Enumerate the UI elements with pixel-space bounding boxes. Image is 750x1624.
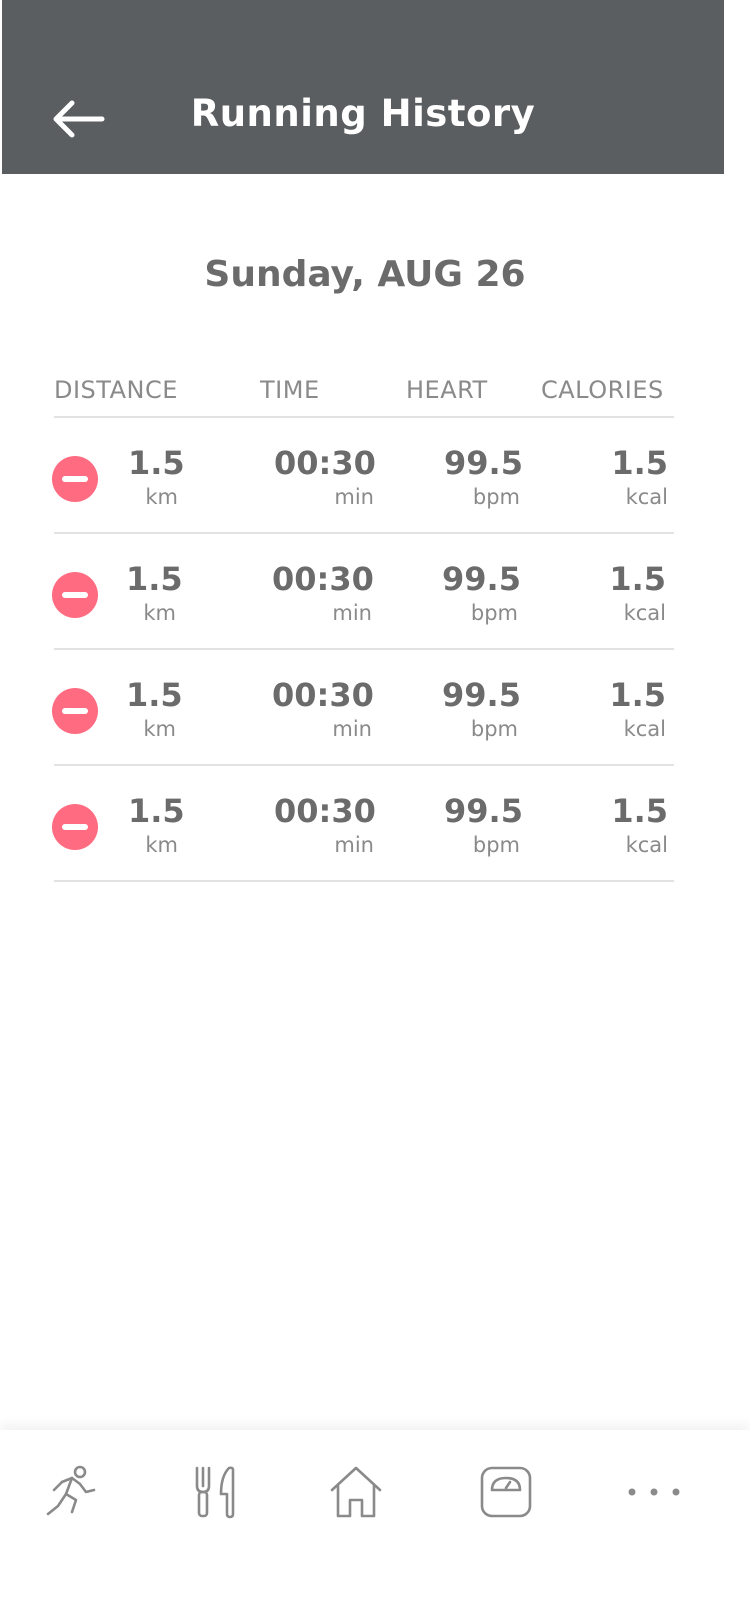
distance-cell: 1.5 km — [128, 792, 185, 860]
distance-cell: 1.5 km — [126, 676, 183, 744]
heart-unit: bpm — [470, 717, 518, 741]
distance-value: 1.5 — [128, 792, 185, 830]
heart-cell: 99.5 bpm — [442, 560, 521, 628]
time-unit: min — [334, 833, 374, 857]
delete-button[interactable] — [52, 572, 98, 618]
page-title: Running History — [190, 92, 536, 135]
home-icon — [330, 1466, 382, 1518]
date-heading: Sunday, AUG 26 — [204, 254, 526, 295]
distance-value: 1.5 — [126, 676, 183, 714]
time-cell: 00:30 min — [274, 792, 376, 860]
calories-value: 1.5 — [611, 792, 668, 830]
distance-unit: km — [143, 717, 176, 741]
calories-unit: kcal — [623, 717, 666, 741]
time-value: 00:30 — [272, 676, 374, 714]
more-icon — [628, 1488, 680, 1496]
table-row: 1.5 km 00:30 min 99.5 bpm 1.5 kcal — [52, 418, 674, 534]
distance-value: 1.5 — [126, 560, 183, 598]
heart-unit: bpm — [472, 833, 520, 857]
distance-unit: km — [145, 485, 178, 509]
time-cell: 00:30 min — [272, 560, 374, 628]
nav-scale[interactable] — [476, 1462, 536, 1522]
time-value: 00:30 — [272, 560, 374, 598]
running-icon — [46, 1465, 96, 1516]
delete-button[interactable] — [52, 804, 98, 850]
heart-cell: 99.5 bpm — [444, 792, 523, 860]
heart-value: 99.5 — [442, 560, 521, 598]
calories-cell: 1.5 kcal — [592, 560, 666, 628]
time-unit: min — [332, 601, 372, 625]
nav-more[interactable] — [624, 1462, 684, 1522]
scale-icon — [480, 1466, 532, 1518]
heart-value: 99.5 — [444, 444, 523, 482]
calories-unit: kcal — [623, 601, 666, 625]
distance-cell: 1.5 km — [126, 560, 183, 628]
bottom-nav — [0, 1430, 750, 1624]
time-value: 00:30 — [274, 792, 376, 830]
nav-food[interactable] — [184, 1462, 244, 1522]
table-row: 1.5 km 00:30 min 99.5 bpm 1.5 kcal — [52, 650, 674, 766]
time-value: 00:30 — [274, 444, 376, 482]
distance-value: 1.5 — [128, 444, 185, 482]
delete-button[interactable] — [52, 688, 98, 734]
calories-cell: 1.5 kcal — [594, 444, 668, 512]
time-unit: min — [332, 717, 372, 741]
calories-value: 1.5 — [609, 560, 666, 598]
distance-unit: km — [143, 601, 176, 625]
column-distance: DISTANCE — [54, 376, 178, 404]
heart-cell: 99.5 bpm — [442, 676, 521, 744]
heart-cell: 99.5 bpm — [444, 444, 523, 512]
distance-cell: 1.5 km — [128, 444, 185, 512]
calories-value: 1.5 — [609, 676, 666, 714]
heart-value: 99.5 — [444, 792, 523, 830]
calories-unit: kcal — [625, 833, 668, 857]
column-heart: HEART — [406, 376, 488, 404]
table-row: 1.5 km 00:30 min 99.5 bpm 1.5 kcal — [52, 766, 674, 882]
calories-unit: kcal — [625, 485, 668, 509]
delete-button[interactable] — [52, 456, 98, 502]
heart-unit: bpm — [470, 601, 518, 625]
column-time: TIME — [260, 376, 320, 404]
distance-unit: km — [145, 833, 178, 857]
time-cell: 00:30 min — [272, 676, 374, 744]
heart-value: 99.5 — [442, 676, 521, 714]
calories-value: 1.5 — [611, 444, 668, 482]
fork-knife-icon — [195, 1466, 235, 1519]
time-unit: min — [334, 485, 374, 509]
calories-cell: 1.5 kcal — [592, 676, 666, 744]
column-calories: CALORIES — [541, 376, 664, 404]
calories-cell: 1.5 kcal — [594, 792, 668, 860]
time-cell: 00:30 min — [274, 444, 376, 512]
nav-home[interactable] — [326, 1462, 386, 1522]
column-headers: DISTANCE TIME HEART CALORIES — [54, 376, 674, 418]
nav-running[interactable] — [40, 1462, 100, 1522]
app-header: Running History — [2, 0, 724, 174]
table-row: 1.5 km 00:30 min 99.5 bpm 1.5 kcal — [52, 534, 674, 650]
heart-unit: bpm — [472, 485, 520, 509]
